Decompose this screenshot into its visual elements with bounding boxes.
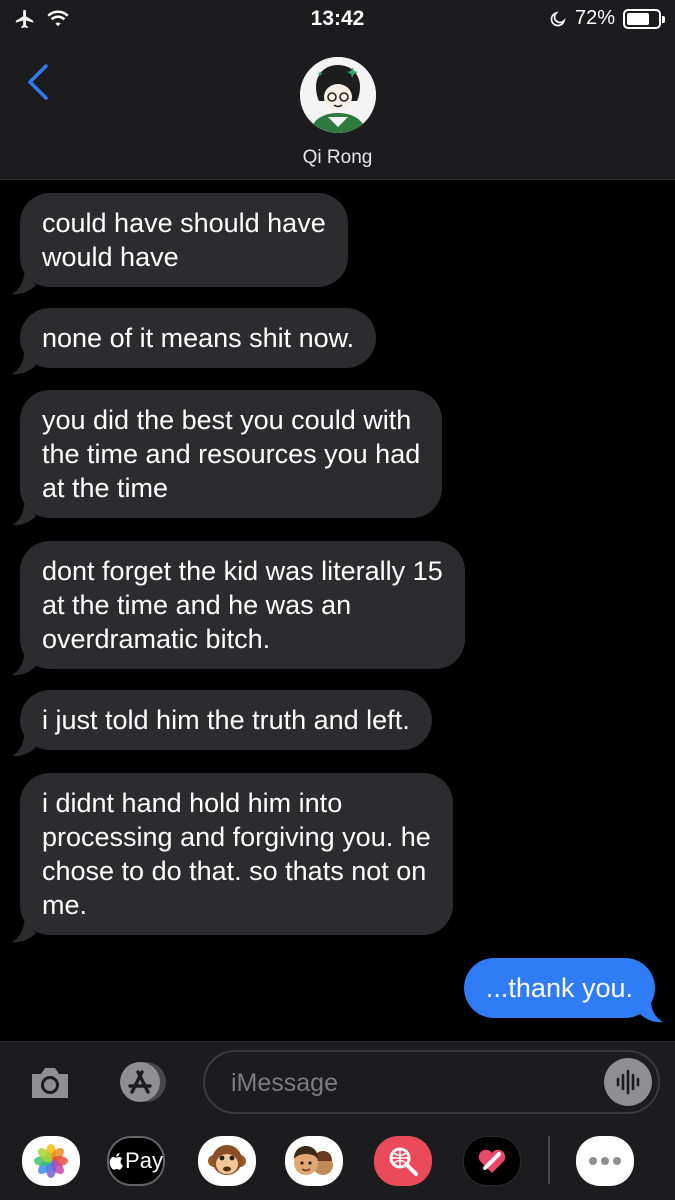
bubble-tail	[12, 921, 36, 943]
message-input[interactable]: iMessage	[203, 1050, 660, 1114]
status-right: 72%	[549, 7, 665, 30]
message-bubble-incoming[interactable]: none of it means shit now.	[20, 308, 377, 368]
message-bubble-incoming[interactable]: could have should have would have	[20, 193, 348, 287]
message-bubble-incoming[interactable]: dont forget the kid was literally 15 at …	[20, 541, 465, 669]
apple-pay-button[interactable]: Pay	[107, 1136, 165, 1186]
contact-name[interactable]: Qi Rong	[0, 147, 675, 169]
message-bubble-incoming[interactable]: you did the best you could with the time…	[20, 390, 443, 518]
photos-icon	[34, 1144, 68, 1178]
digital-touch-icon	[478, 1149, 506, 1173]
web-search-button[interactable]	[374, 1136, 432, 1186]
moon-icon	[550, 10, 566, 26]
bubble-tail	[12, 654, 36, 676]
photos-app-button[interactable]	[22, 1136, 80, 1186]
bubble-tail	[12, 273, 36, 295]
more-icon	[589, 1157, 621, 1165]
message-bubble-incoming[interactable]: i just told him the truth and left.	[20, 690, 432, 750]
memoji-button[interactable]	[285, 1136, 343, 1186]
animoji-button[interactable]	[198, 1136, 256, 1186]
bubble-tail	[12, 735, 36, 757]
memoji-icon	[294, 1146, 333, 1175]
compose-bar: iMessage	[0, 1041, 675, 1123]
contact-avatar[interactable]	[300, 57, 376, 133]
message-bubble-outgoing[interactable]: ...thank you.	[463, 958, 655, 1018]
web-search-icon	[389, 1147, 418, 1176]
battery-fill	[627, 12, 649, 25]
app-store-icon	[120, 1062, 166, 1102]
bubble-tail	[12, 353, 36, 375]
chevron-left-icon	[28, 64, 48, 100]
camera-button[interactable]	[28, 1064, 72, 1102]
app-store-button[interactable]	[112, 1059, 172, 1105]
drawer-divider	[548, 1136, 550, 1184]
animoji-monkey-icon	[208, 1145, 246, 1175]
message-input-placeholder: iMessage	[231, 1069, 338, 1097]
battery-percent: 72%	[574, 7, 615, 29]
bubble-tail	[639, 1001, 663, 1023]
status-bar: 13:42 72%	[0, 0, 675, 40]
conversation-header: Qi Rong	[0, 40, 675, 180]
message-bubble-incoming[interactable]: i didnt hand hold him into processing an…	[20, 773, 453, 935]
app-drawer: Pay	[0, 1123, 675, 1200]
apple-pay-label: Pay	[125, 1148, 163, 1173]
camera-icon	[32, 1068, 68, 1098]
more-apps-button[interactable]	[576, 1136, 634, 1186]
bubble-tail	[12, 504, 36, 526]
battery-icon	[623, 8, 665, 29]
audio-message-button[interactable]	[604, 1058, 652, 1106]
back-button[interactable]	[20, 60, 56, 104]
avatar-illustration	[300, 57, 376, 133]
message-list: could have should have would have none o…	[0, 181, 675, 1041]
battery-nub	[662, 15, 665, 23]
apple-logo-icon	[109, 1153, 123, 1170]
waveform-icon	[616, 1069, 640, 1095]
digital-touch-button[interactable]	[463, 1136, 521, 1186]
